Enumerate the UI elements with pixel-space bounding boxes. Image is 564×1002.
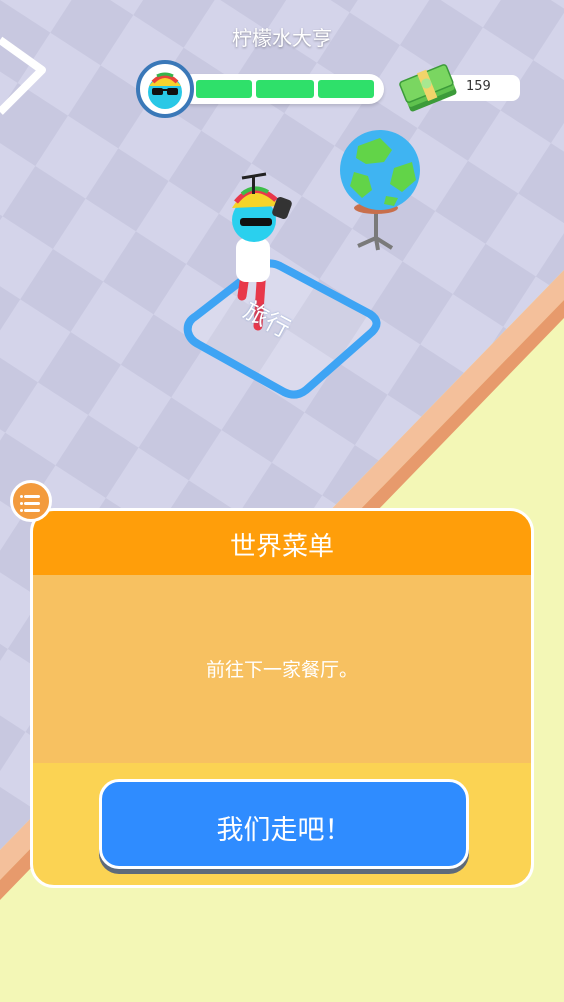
dialog-title: 世界菜单 <box>229 532 334 562</box>
cash-amount: 159 <box>466 79 491 94</box>
game-screen: 柠檬水大亨 159 旅行 世界菜单 前往下一家餐厅。 我们走吧！ <box>0 0 564 1002</box>
player-avatar-icon[interactable] <box>136 60 194 118</box>
progress-segment <box>196 80 252 98</box>
lets-go-button-label: 我们走吧！ <box>216 815 352 846</box>
world-menu-dialog: 世界菜单 前往下一家餐厅。 我们走吧！ <box>30 508 534 888</box>
progress-segment <box>256 80 314 98</box>
cash-stack-icon <box>398 64 460 120</box>
globe-icon[interactable] <box>336 128 426 258</box>
level-progress-bar <box>178 74 384 104</box>
lets-go-button[interactable]: 我们走吧！ <box>99 779 469 869</box>
game-title: 柠檬水大亨 <box>232 26 332 50</box>
menu-list-icon[interactable] <box>10 480 52 522</box>
dialog-message: 前往下一家餐厅。 <box>205 659 358 681</box>
progress-segment <box>318 80 374 98</box>
dialog-header: 世界菜单 <box>33 511 531 575</box>
